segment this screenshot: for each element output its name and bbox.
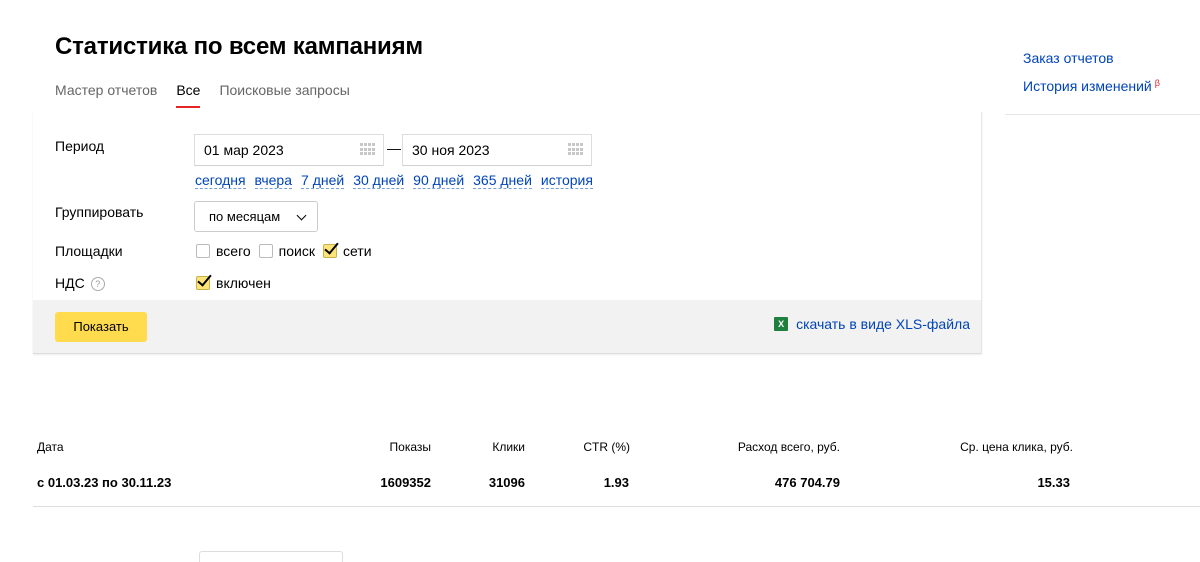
download-xls-label: скачать в виде XLS-файла [796, 316, 970, 332]
cell-spend: 476 704.79 [774, 475, 840, 490]
calendar-icon[interactable] [568, 143, 584, 156]
date-from-input[interactable]: 01 мар 2023 [194, 134, 384, 166]
form-footer: Показать X скачать в виде XLS-файла [33, 300, 981, 353]
platform-all-label[interactable]: всего [216, 243, 251, 259]
period-label: Период [55, 138, 105, 154]
period-quick-links: сегодня вчера 7 дней 30 дней 90 дней 365… [195, 172, 602, 189]
column-header-cpc: Ср. цена клика, руб. [960, 440, 1073, 454]
help-icon[interactable]: ? [90, 277, 105, 291]
show-button[interactable]: Показать [55, 312, 147, 342]
report-tabs: Мастер отчетов Все Поисковые запросы [55, 81, 369, 111]
cell-ctr: 1.93 [603, 475, 629, 490]
column-header-spend: Расход всего, руб. [737, 440, 840, 454]
calendar-icon[interactable] [360, 143, 376, 156]
tab-report-master[interactable]: Мастер отчетов [55, 81, 157, 105]
tab-all[interactable]: Все [176, 81, 201, 108]
vat-option: включен [196, 275, 279, 291]
period-link-30-days[interactable]: 30 дней [353, 172, 405, 189]
order-reports-link[interactable]: Заказ отчетов [1023, 50, 1114, 66]
pagination-control[interactable] [199, 551, 343, 562]
platform-networks-checkbox[interactable] [322, 244, 337, 258]
period-link-history[interactable]: история [540, 172, 593, 189]
download-xls-link[interactable]: X скачать в виде XLS-файла [774, 316, 970, 332]
period-link-365-days[interactable]: 365 дней [473, 172, 532, 189]
table-divider [33, 506, 1200, 507]
platform-search-checkbox[interactable] [258, 244, 273, 258]
cell-cpc: 15.33 [1037, 475, 1070, 490]
tab-search-queries[interactable]: Поисковые запросы [219, 81, 349, 105]
date-separator: — [387, 140, 401, 156]
column-header-impressions: Показы [389, 440, 431, 454]
change-history-label: История изменений [1023, 78, 1152, 94]
excel-file-icon: X [774, 317, 789, 331]
group-select[interactable]: по месяцам [194, 201, 318, 232]
report-form: Период 01 мар 2023 — 30 ноя 2023 сегодня… [33, 112, 982, 354]
vat-label: НДС [55, 275, 85, 291]
cell-impressions: 1609352 [380, 475, 431, 490]
platform-search-label[interactable]: поиск [279, 243, 315, 259]
period-link-7-days[interactable]: 7 дней [301, 172, 345, 189]
right-panel: Заказ отчетов История изменений β [1005, 30, 1200, 115]
group-label: Группировать [55, 204, 144, 220]
platform-networks-label[interactable]: сети [343, 243, 372, 259]
vat-included-checkbox[interactable] [196, 276, 210, 290]
date-to-value: 30 ноя 2023 [412, 142, 490, 158]
date-from-value: 01 мар 2023 [204, 142, 284, 158]
column-header-clicks: Клики [492, 440, 525, 454]
vat-included-label[interactable]: включен [216, 275, 271, 291]
group-select-value: по месяцам [209, 209, 281, 224]
vat-label-group: НДС? [55, 275, 105, 291]
beta-badge: β [1154, 78, 1160, 88]
chevron-down-icon [296, 210, 307, 221]
column-header-ctr: CTR (%) [583, 440, 630, 454]
period-link-today[interactable]: сегодня [195, 172, 246, 189]
platforms-options: всего поиск сети [196, 243, 380, 259]
page-title: Статистика по всем кампаниям [55, 33, 423, 60]
platforms-label: Площадки [55, 243, 123, 259]
date-to-input[interactable]: 30 ноя 2023 [402, 134, 592, 166]
period-link-yesterday[interactable]: вчера [254, 172, 293, 189]
change-history-link[interactable]: История изменений β [1023, 78, 1160, 94]
cell-clicks: 31096 [488, 475, 525, 490]
column-header-date: Дата [37, 440, 64, 454]
period-link-90-days[interactable]: 90 дней [413, 172, 465, 189]
cell-date: с 01.03.23 по 30.11.23 [37, 475, 172, 490]
platform-all-checkbox[interactable] [196, 244, 210, 258]
